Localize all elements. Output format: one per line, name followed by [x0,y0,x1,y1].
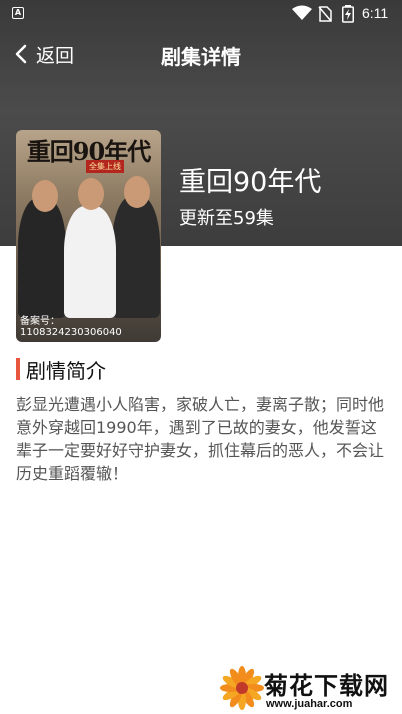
flower-logo-icon [220,666,264,710]
wifi-icon [292,5,312,20]
notification-icon: A [12,7,24,19]
show-title: 重回90年代 [179,167,322,198]
battery-charging-icon [342,5,354,23]
synopsis-text: 彭显光遭遇小人陷害，家破人亡，妻离子散；同时他意外穿越回1990年，遇到了已故的… [16,395,385,483]
poster-registration: 备案号：1108324230306040 [20,316,122,338]
synopsis-heading: 剧情简介 [16,356,106,383]
poster-figure [18,198,66,318]
poster-subtitle: 全集上线 [86,160,124,173]
update-status: 更新至59集 [179,208,274,229]
watermark-url: www.juahar.com [266,698,353,710]
site-watermark: 菊花下载网 www.juahar.com [220,666,402,714]
poster-figure [112,196,160,318]
section-accent-bar [16,358,20,380]
poster-face [124,176,150,208]
no-sim-icon [318,6,332,22]
page-title: 剧集详情 [161,45,241,69]
watermark-text: 菊花下载网 [264,672,389,700]
status-bar: A 6:11 [0,0,402,28]
clock: 6:11 [362,5,389,21]
synopsis-heading-label: 剧情简介 [26,358,106,383]
poster-figure [64,206,116,318]
nav-bar: 返回 剧集详情 [0,34,402,74]
poster-face [32,180,58,212]
poster-face [78,178,104,210]
show-poster[interactable]: 重回90年代 全集上线 备案号：1108324230306040 [16,130,161,342]
